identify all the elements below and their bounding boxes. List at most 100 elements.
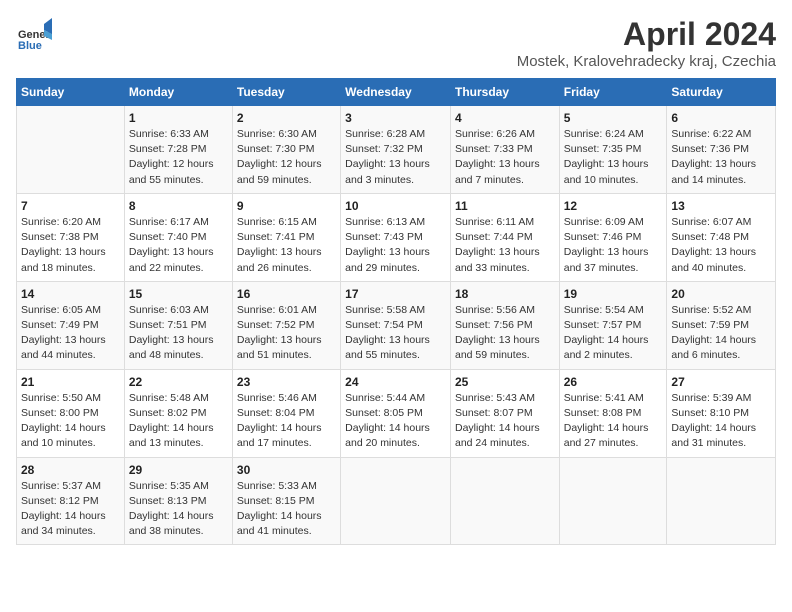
day-number: 27 [671,375,771,389]
calendar-cell: 30 Sunrise: 5:33 AM Sunset: 8:15 PM Dayli… [232,457,340,545]
calendar-week-row: 14 Sunrise: 6:05 AM Sunset: 7:49 PM Dayli… [17,281,776,369]
calendar-cell: 8 Sunrise: 6:17 AM Sunset: 7:40 PM Daylig… [124,193,232,281]
weekday-header-monday: Monday [124,79,232,106]
calendar-cell [559,457,667,545]
calendar-cell: 18 Sunrise: 5:56 AM Sunset: 7:56 PM Dayli… [450,281,559,369]
calendar-cell: 26 Sunrise: 5:41 AM Sunset: 8:08 PM Dayli… [559,369,667,457]
day-number: 1 [129,111,228,125]
day-number: 23 [237,375,336,389]
calendar-cell: 16Sunrise: 6:01 AM Sunset: 7:52 PM Dayli… [232,281,340,369]
day-number: 21 [21,375,120,389]
day-info: Sunrise: 5:50 AM Sunset: 8:00 PM Dayligh… [21,391,120,452]
day-info: Sunrise: 5:56 AM Sunset: 7:56 PM Dayligh… [455,303,555,364]
logo: General Blue [16,16,54,52]
day-info: Sunrise: 6:05 AM Sunset: 7:49 PM Dayligh… [21,303,120,364]
location-title: Mostek, Kralovehradecky kraj, Czechia [517,53,776,70]
day-info: Sunrise: 5:41 AM Sunset: 8:08 PM Dayligh… [564,391,663,452]
calendar-week-row: 21 Sunrise: 5:50 AM Sunset: 8:00 PM Dayli… [17,369,776,457]
calendar-cell [17,106,125,194]
day-info: Sunrise: 5:44 AM Sunset: 8:05 PM Dayligh… [345,391,446,452]
day-info: Sunrise: 6:01 AM Sunset: 7:52 PM Dayligh… [237,303,336,364]
logo-icon: General Blue [16,16,52,52]
calendar-cell: 13 Sunrise: 6:07 AM Sunset: 7:48 PM Dayli… [667,193,776,281]
day-info: Sunrise: 5:33 AM Sunset: 8:15 PM Dayligh… [237,479,336,540]
calendar-cell: 21 Sunrise: 5:50 AM Sunset: 8:00 PM Dayli… [17,369,125,457]
calendar-cell: 10 Sunrise: 6:13 AM Sunset: 7:43 PM Dayli… [341,193,451,281]
day-number: 18 [455,287,555,301]
svg-text:Blue: Blue [18,40,42,52]
day-number: 25 [455,375,555,389]
calendar-cell: 20 Sunrise: 5:52 AM Sunset: 7:59 PM Dayli… [667,281,776,369]
calendar-cell: 23 Sunrise: 5:46 AM Sunset: 8:04 PM Dayli… [232,369,340,457]
weekday-header-row: SundayMondayTuesdayWednesdayThursdayFrid… [17,79,776,106]
calendar-cell: 7Sunrise: 6:20 AM Sunset: 7:38 PM Daylig… [17,193,125,281]
calendar-cell: 17 Sunrise: 5:58 AM Sunset: 7:54 PM Dayli… [341,281,451,369]
day-info: Sunrise: 6:24 AM Sunset: 7:35 PM Dayligh… [564,127,663,188]
weekday-header-saturday: Saturday [667,79,776,106]
day-number: 5 [564,111,663,125]
day-number: 10 [345,199,446,213]
day-number: 2 [237,111,336,125]
calendar-cell: 15 Sunrise: 6:03 AM Sunset: 7:51 PM Dayli… [124,281,232,369]
day-info: Sunrise: 5:39 AM Sunset: 8:10 PM Dayligh… [671,391,771,452]
day-number: 26 [564,375,663,389]
day-info: Sunrise: 6:20 AM Sunset: 7:38 PM Dayligh… [21,215,120,276]
day-info: Sunrise: 6:17 AM Sunset: 7:40 PM Dayligh… [129,215,228,276]
day-info: Sunrise: 5:52 AM Sunset: 7:59 PM Dayligh… [671,303,771,364]
day-number: 6 [671,111,771,125]
day-number: 30 [237,463,336,477]
calendar-cell [667,457,776,545]
calendar-cell: 1Sunrise: 6:33 AM Sunset: 7:28 PM Daylig… [124,106,232,194]
day-number: 22 [129,375,228,389]
day-number: 24 [345,375,446,389]
day-number: 15 [129,287,228,301]
month-title: April 2024 [517,16,776,53]
day-number: 20 [671,287,771,301]
day-info: Sunrise: 5:35 AM Sunset: 8:13 PM Dayligh… [129,479,228,540]
calendar-cell: 4Sunrise: 6:26 AM Sunset: 7:33 PM Daylig… [450,106,559,194]
day-info: Sunrise: 6:03 AM Sunset: 7:51 PM Dayligh… [129,303,228,364]
day-info: Sunrise: 6:11 AM Sunset: 7:44 PM Dayligh… [455,215,555,276]
calendar-cell [450,457,559,545]
calendar-cell: 19 Sunrise: 5:54 AM Sunset: 7:57 PM Dayli… [559,281,667,369]
day-info: Sunrise: 5:43 AM Sunset: 8:07 PM Dayligh… [455,391,555,452]
day-info: Sunrise: 6:22 AM Sunset: 7:36 PM Dayligh… [671,127,771,188]
day-info: Sunrise: 6:07 AM Sunset: 7:48 PM Dayligh… [671,215,771,276]
day-info: Sunrise: 5:58 AM Sunset: 7:54 PM Dayligh… [345,303,446,364]
weekday-header-wednesday: Wednesday [341,79,451,106]
weekday-header-thursday: Thursday [450,79,559,106]
day-number: 19 [564,287,663,301]
calendar-cell: 2 Sunrise: 6:30 AM Sunset: 7:30 PM Daylig… [232,106,340,194]
page-header: General Blue April 2024 Mostek, Kraloveh… [16,16,776,70]
day-number: 17 [345,287,446,301]
day-number: 12 [564,199,663,213]
day-number: 13 [671,199,771,213]
calendar-cell: 11Sunrise: 6:11 AM Sunset: 7:44 PM Dayli… [450,193,559,281]
calendar-week-row: 7Sunrise: 6:20 AM Sunset: 7:38 PM Daylig… [17,193,776,281]
day-info: Sunrise: 5:37 AM Sunset: 8:12 PM Dayligh… [21,479,120,540]
day-number: 9 [237,199,336,213]
calendar-week-row: 1Sunrise: 6:33 AM Sunset: 7:28 PM Daylig… [17,106,776,194]
day-number: 8 [129,199,228,213]
day-info: Sunrise: 6:30 AM Sunset: 7:30 PM Dayligh… [237,127,336,188]
day-number: 14 [21,287,120,301]
calendar-cell: 12 Sunrise: 6:09 AM Sunset: 7:46 PM Dayli… [559,193,667,281]
title-area: April 2024 Mostek, Kralovehradecky kraj,… [517,16,776,70]
day-info: Sunrise: 5:54 AM Sunset: 7:57 PM Dayligh… [564,303,663,364]
calendar-cell: 29 Sunrise: 5:35 AM Sunset: 8:13 PM Dayli… [124,457,232,545]
weekday-header-sunday: Sunday [17,79,125,106]
calendar-cell: 14 Sunrise: 6:05 AM Sunset: 7:49 PM Dayli… [17,281,125,369]
calendar-cell [341,457,451,545]
day-info: Sunrise: 6:13 AM Sunset: 7:43 PM Dayligh… [345,215,446,276]
day-info: Sunrise: 6:09 AM Sunset: 7:46 PM Dayligh… [564,215,663,276]
weekday-header-friday: Friday [559,79,667,106]
day-info: Sunrise: 6:28 AM Sunset: 7:32 PM Dayligh… [345,127,446,188]
calendar-table: SundayMondayTuesdayWednesdayThursdayFrid… [16,78,776,545]
weekday-header-tuesday: Tuesday [232,79,340,106]
calendar-cell: 5 Sunrise: 6:24 AM Sunset: 7:35 PM Daylig… [559,106,667,194]
day-number: 3 [345,111,446,125]
day-info: Sunrise: 6:26 AM Sunset: 7:33 PM Dayligh… [455,127,555,188]
day-number: 29 [129,463,228,477]
calendar-cell: 3 Sunrise: 6:28 AM Sunset: 7:32 PM Daylig… [341,106,451,194]
day-info: Sunrise: 5:46 AM Sunset: 8:04 PM Dayligh… [237,391,336,452]
